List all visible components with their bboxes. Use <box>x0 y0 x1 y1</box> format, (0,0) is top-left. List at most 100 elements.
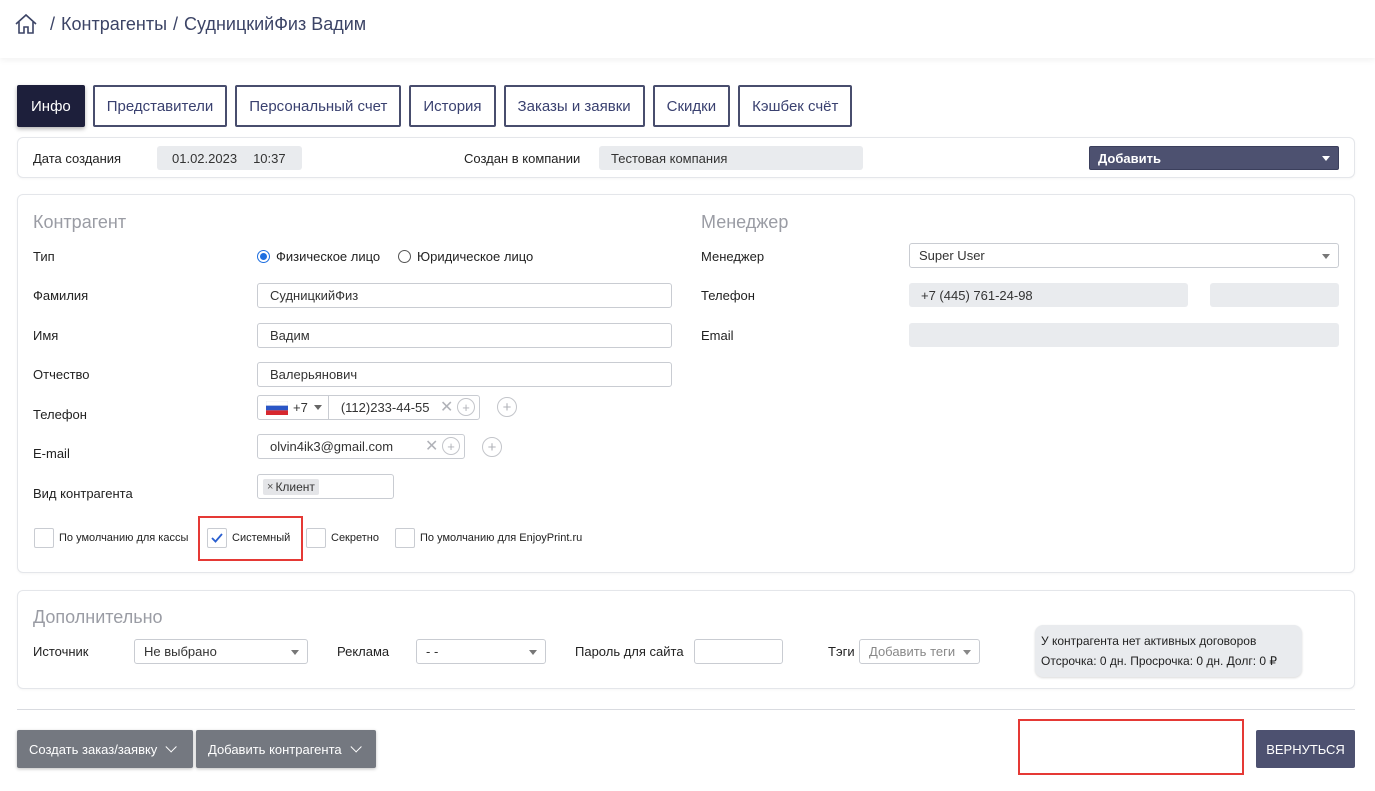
firstname-field[interactable]: Вадим <box>257 323 672 348</box>
manager-phone-field: +7 (445) 761-24-98 <box>909 283 1188 307</box>
checkbox-default-cashier[interactable]: По умолчанию для кассы <box>34 528 188 548</box>
extra-card: Дополнительно Источник Не выбрано Реклам… <box>17 590 1355 689</box>
email-label: E-mail <box>33 446 70 461</box>
checkbox-box <box>34 528 54 548</box>
radio-legal-label: Юридическое лицо <box>417 249 534 264</box>
tab-cashback[interactable]: Кэшбек счёт <box>738 85 853 127</box>
phone-label: Телефон <box>33 407 87 422</box>
add-select[interactable]: Добавить <box>1089 146 1339 170</box>
tags-placeholder: Добавить теги <box>869 644 956 659</box>
manager-email-field <box>909 323 1339 347</box>
tab-representatives[interactable]: Представители <box>92 85 228 127</box>
lastname-label: Фамилия <box>33 288 89 303</box>
ads-value: - - <box>426 644 439 659</box>
radio-individual-label: Физическое лицо <box>276 249 381 264</box>
chevron-down-icon <box>350 741 362 753</box>
manager-value: Super User <box>919 248 985 263</box>
middlename-field[interactable]: Валерьянович <box>257 362 672 387</box>
create-order-label: Создать заказ/заявку <box>29 741 158 757</box>
firstname-label: Имя <box>33 328 59 343</box>
manager-phone-ext-field <box>1210 283 1339 307</box>
lastname-field[interactable]: СудницкийФиз <box>257 283 672 308</box>
russia-flag-icon <box>266 400 288 415</box>
add-counterparty-label: Добавить контрагента <box>208 741 342 757</box>
add-phone-icon[interactable]: + <box>497 397 517 417</box>
home-icon[interactable] <box>14 13 38 35</box>
kind-label: Вид контрагента <box>33 486 133 501</box>
middlename-label: Отчество <box>33 367 90 382</box>
tab-history[interactable]: История <box>409 85 496 127</box>
chevron-down-icon <box>291 649 299 655</box>
radio-on-icon <box>257 250 270 263</box>
clear-icon[interactable]: ✕ <box>440 400 453 416</box>
highlight-empty-area <box>1018 719 1244 775</box>
phone-code: +7 <box>293 400 308 415</box>
phone-field[interactable]: +7 (112)233-44-55 ✕ + <box>257 395 480 420</box>
checkbox-box <box>395 528 415 548</box>
tab-orders[interactable]: Заказы и заявки <box>503 85 645 127</box>
plus-circle-icon[interactable]: + <box>442 437 460 455</box>
password-input[interactable] <box>694 639 783 664</box>
kind-tag: × Клиент <box>263 478 319 495</box>
created-date-label: Дата создания <box>33 151 122 166</box>
breadcrumb: / Контрагенты / СудницкийФиз Вадим <box>14 13 366 35</box>
lastname-value: СудницкийФиз <box>270 288 359 303</box>
breadcrumb-current: СудницкийФиз Вадим <box>184 13 367 34</box>
manager-select[interactable]: Super User <box>909 243 1339 268</box>
type-label: Тип <box>33 249 55 264</box>
created-date-field: 01.02.2023 10:37 <box>157 146 302 170</box>
contracts-info: У контрагента нет активных договоров Отс… <box>1035 625 1302 677</box>
country-code-select[interactable]: +7 <box>258 396 329 419</box>
breadcrumb-separator: / <box>173 13 179 34</box>
kind-field[interactable]: × Клиент <box>257 474 394 499</box>
checkbox-default-enjoyprint[interactable]: По умолчанию для EnjoyPrint.ru <box>395 528 582 548</box>
created-time-value: 10:37 <box>253 150 286 166</box>
manager-email-label: Email <box>701 328 734 343</box>
tab-bar: Инфо Представители Персональный счет Ист… <box>17 85 853 127</box>
email-value: olvin4ik3@gmail.com <box>270 439 394 454</box>
radio-legal[interactable]: Юридическое лицо <box>398 249 533 264</box>
checkbox-secret[interactable]: Секретно <box>306 528 379 548</box>
chevron-down-icon <box>529 649 537 655</box>
breadcrumb-separator: / <box>50 13 56 34</box>
password-label: Пароль для сайта <box>575 644 684 659</box>
chevron-down-icon <box>165 741 178 753</box>
manager-phone-value: +7 (445) 761-24-98 <box>921 287 1033 303</box>
counterparty-section-title: Контрагент <box>33 212 127 232</box>
radio-off-icon <box>398 250 411 263</box>
add-counterparty-button[interactable]: Добавить контрагента <box>196 730 376 768</box>
source-label: Источник <box>33 644 89 659</box>
extra-section-title: Дополнительно <box>33 607 163 627</box>
company-value: Тестовая компания <box>611 150 728 166</box>
contracts-line-1: У контрагента нет активных договоров <box>1041 634 1257 648</box>
source-value: Не выбрано <box>144 644 217 659</box>
ads-label: Реклама <box>337 644 390 659</box>
source-select[interactable]: Не выбрано <box>134 639 308 664</box>
email-field[interactable]: olvin4ik3@gmail.com ✕ + <box>257 434 465 459</box>
tab-info[interactable]: Инфо <box>17 85 85 127</box>
clear-icon[interactable]: ✕ <box>425 439 438 455</box>
tab-discounts[interactable]: Скидки <box>652 85 731 127</box>
footer-divider <box>17 709 1355 710</box>
chevron-down-icon <box>1322 156 1330 161</box>
manager-phone-label: Телефон <box>701 288 755 303</box>
tab-personal-account[interactable]: Персональный счет <box>235 85 402 127</box>
checkbox-default-enjoyprint-label: По умолчанию для EnjoyPrint.ru <box>420 532 583 544</box>
created-date-value: 01.02.2023 <box>172 150 238 166</box>
ads-select[interactable]: - - <box>416 639 546 664</box>
add-email-icon[interactable]: + <box>482 437 502 457</box>
manager-section-title: Менеджер <box>701 212 789 232</box>
back-button[interactable]: ВЕРНУТЬСЯ <box>1256 730 1355 768</box>
kind-tag-label: Клиент <box>275 479 315 494</box>
breadcrumb-counterparties[interactable]: Контрагенты <box>61 14 167 35</box>
remove-tag-icon[interactable]: × <box>267 481 273 493</box>
tags-input[interactable]: Добавить теги <box>859 639 980 664</box>
create-order-button[interactable]: Создать заказ/заявку <box>17 730 193 768</box>
plus-circle-icon[interactable]: + <box>457 398 475 416</box>
chevron-down-icon <box>1322 253 1330 259</box>
checkbox-secret-label: Секретно <box>331 532 379 544</box>
middlename-value: Валерьянович <box>270 367 358 382</box>
company-label: Создан в компании <box>464 151 581 166</box>
phone-value: (112)233-44-55 <box>340 400 430 415</box>
radio-individual[interactable]: Физическое лицо <box>257 249 380 264</box>
